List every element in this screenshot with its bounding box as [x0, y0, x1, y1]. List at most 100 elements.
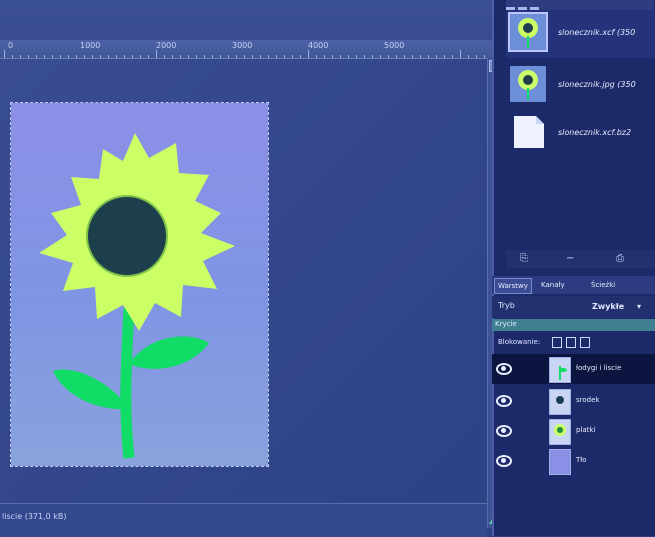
ruler-tick — [124, 55, 125, 58]
layer-thumbnail — [549, 419, 571, 445]
ruler-tick — [268, 55, 269, 58]
eye-icon[interactable] — [496, 425, 512, 437]
ruler-tick — [484, 55, 485, 58]
layer-row[interactable]: srodek — [492, 386, 655, 416]
chevron-down-icon[interactable]: ▾ — [637, 302, 641, 311]
document-item[interactable]: slonecznik.jpg (350 — [506, 62, 655, 110]
ruler-tick — [452, 55, 453, 58]
ruler-label: 3000 — [232, 41, 253, 50]
ruler-tick — [300, 55, 301, 58]
ruler-label: 4000 — [308, 41, 329, 50]
layers-tabs: Warstwy Kanały Ścieżki — [492, 276, 655, 294]
ruler-tick — [92, 55, 93, 58]
ruler-tick — [308, 50, 309, 58]
ruler-tick — [364, 55, 365, 58]
tab-paths[interactable]: Ścieżki — [588, 278, 618, 292]
document-name: slonecznik.jpg (350 — [558, 80, 636, 89]
lock-position-icon[interactable] — [566, 337, 576, 348]
ruler-tick — [444, 55, 445, 58]
dock-tab-strip[interactable] — [506, 0, 654, 15]
status-text: liscie (371,0 kB) — [2, 512, 67, 521]
ruler-label: 0 — [8, 41, 14, 50]
mode-label: Tryb — [498, 301, 515, 310]
ruler-tick — [356, 55, 357, 58]
layer-row[interactable]: platki — [492, 416, 655, 446]
stem — [120, 307, 135, 459]
document-item[interactable]: slonecznik.xcf.bz2 — [506, 110, 655, 158]
tab-layers[interactable]: Warstwy — [494, 278, 532, 294]
ruler-tick — [36, 55, 37, 58]
lock-alpha-icon[interactable] — [580, 337, 590, 348]
opacity-label: Krycie — [495, 320, 517, 328]
left-leaf — [53, 369, 127, 410]
workspace-topbar — [0, 0, 505, 40]
ruler-tick — [156, 50, 157, 58]
ruler-tick — [388, 55, 389, 58]
ruler-tick — [460, 50, 461, 58]
ruler-tick — [4, 50, 5, 58]
horizontal-ruler[interactable]: 0 1000 2000 3000 4000 5000 — [0, 40, 492, 59]
ruler-tick — [148, 55, 149, 58]
ruler-tick — [12, 55, 13, 58]
flower-center — [86, 195, 168, 277]
ruler-tick — [284, 55, 285, 58]
layer-row[interactable]: łodygi i liscie — [492, 354, 655, 384]
ruler-tick — [132, 55, 133, 58]
layer-mode-row[interactable]: Tryb Zwykłe ▾ — [492, 296, 655, 318]
ruler-tick — [84, 55, 85, 58]
ruler-tick — [108, 55, 109, 58]
document-name: slonecznik.xcf (350 — [558, 28, 636, 37]
ruler-tick — [372, 55, 373, 58]
ruler-label: 2000 — [156, 41, 177, 50]
ruler-tick — [236, 55, 237, 58]
layer-row[interactable]: Tło — [492, 446, 655, 476]
ruler-tick — [196, 55, 197, 58]
ruler-tick — [220, 55, 221, 58]
ruler-tick — [188, 55, 189, 58]
layer-name[interactable]: platki — [576, 426, 595, 434]
tab-channels[interactable]: Kanały — [538, 278, 568, 292]
sunflower-thumbnail-icon — [510, 66, 546, 102]
ruler-tick — [260, 55, 261, 58]
lock-pixels-icon[interactable] — [552, 337, 562, 348]
right-leaf — [131, 336, 209, 369]
ruler-tick — [228, 55, 229, 58]
layer-thumbnail — [549, 389, 571, 415]
eye-icon[interactable] — [496, 363, 512, 375]
ruler-tick — [252, 55, 253, 58]
ruler-tick — [404, 55, 405, 58]
ruler-tick — [164, 55, 165, 58]
ruler-tick — [212, 55, 213, 58]
minus-icon[interactable]: − — [566, 253, 574, 264]
opacity-slider[interactable]: Krycie — [492, 319, 655, 331]
image-canvas[interactable] — [10, 102, 269, 467]
mode-select[interactable]: Zwykłe — [592, 302, 624, 311]
sunflower-image — [39, 133, 235, 459]
layer-thumbnail — [549, 357, 571, 383]
eye-icon[interactable] — [496, 455, 512, 467]
blank-file-icon — [514, 116, 544, 148]
ruler-tick — [20, 55, 21, 58]
ruler-tick — [180, 55, 181, 58]
ruler-tick — [60, 55, 61, 58]
layer-name[interactable]: Tło — [576, 456, 587, 464]
document-toolbar: ⎘ − ⎙ — [506, 250, 655, 268]
ruler-tick — [244, 55, 245, 58]
ruler-label: 5000 — [384, 41, 405, 50]
ruler-tick — [172, 55, 173, 58]
document-item[interactable]: slonecznik.xcf (350 — [506, 10, 655, 58]
eye-icon[interactable] — [496, 395, 512, 407]
printer-icon[interactable]: ⎙ — [616, 253, 624, 264]
ruler-tick — [340, 55, 341, 58]
ruler-label: 1000 — [80, 41, 101, 50]
new-document-icon[interactable]: ⎘ — [520, 253, 528, 264]
ruler-tick — [28, 55, 29, 58]
layer-name[interactable]: srodek — [576, 396, 599, 404]
ruler-tick — [116, 55, 117, 58]
ruler-tick — [348, 55, 349, 58]
ruler-tick — [44, 55, 45, 58]
ruler-tick — [380, 55, 381, 58]
ruler-tick — [100, 55, 101, 58]
ruler-tick — [436, 55, 437, 58]
layer-name[interactable]: łodygi i liscie — [576, 364, 621, 372]
